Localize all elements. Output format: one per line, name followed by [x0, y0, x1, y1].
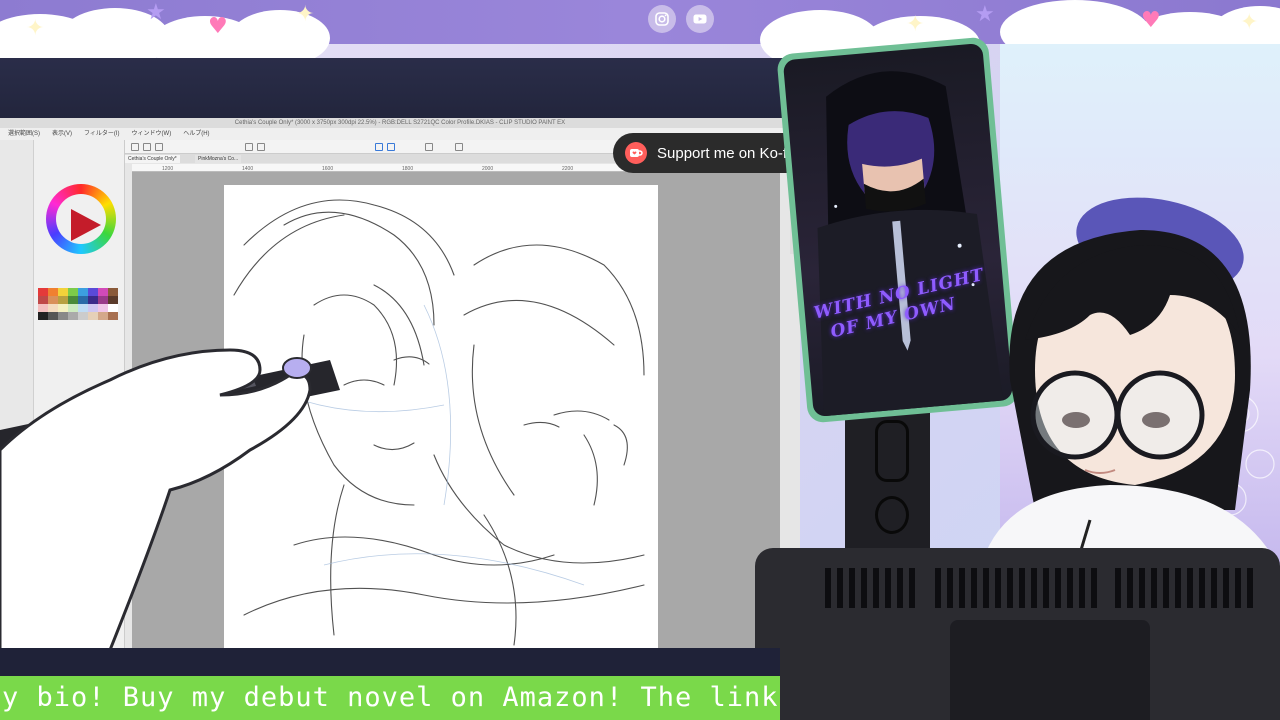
artwork-image: WITH NO LIGHT OF MY OWN — [782, 42, 1014, 418]
color-swatch[interactable] — [98, 296, 108, 304]
color-swatch[interactable] — [88, 296, 98, 304]
tab-document[interactable]: Cethia's Couple Only* — [125, 155, 180, 163]
color-swatch[interactable] — [58, 312, 68, 320]
color-swatch[interactable] — [98, 288, 108, 296]
color-swatch[interactable] — [58, 288, 68, 296]
color-swatch[interactable] — [38, 296, 48, 304]
color-swatch[interactable] — [88, 288, 98, 296]
color-swatch[interactable] — [88, 312, 98, 320]
kofi-cup-icon — [625, 142, 647, 164]
color-swatch[interactable] — [98, 312, 108, 320]
window-title: Cethia's Couple Only* (3000 x 3750px 300… — [0, 118, 800, 128]
color-swatch[interactable] — [68, 296, 78, 304]
star-icon: ★ — [975, 2, 995, 27]
stream-overlay: ✦ ★ ♥ ✦ ✦ ★ ♥ ✦ Cethia's Couple Only* (3… — [0, 0, 1280, 720]
color-swatch[interactable] — [58, 296, 68, 304]
new-file-icon[interactable] — [131, 143, 139, 151]
device-vents — [825, 568, 1253, 608]
color-swatch[interactable] — [78, 304, 88, 312]
color-swatch[interactable] — [48, 296, 58, 304]
color-wheel[interactable] — [46, 184, 116, 254]
device-stand — [950, 620, 1150, 720]
heart-icon: ♥ — [1141, 8, 1161, 33]
color-swatch[interactable] — [68, 288, 78, 296]
color-swatch[interactable] — [38, 304, 48, 312]
color-wheel-center — [56, 194, 106, 244]
color-swatch[interactable] — [98, 304, 108, 312]
color-swatch[interactable] — [48, 312, 58, 320]
color-swatch[interactable] — [68, 304, 78, 312]
hand-with-stylus — [0, 348, 340, 680]
color-swatch[interactable] — [58, 304, 68, 312]
ticker-text: y bio! Buy my debut novel on Amazon! The… — [2, 682, 780, 713]
color-swatch[interactable] — [108, 296, 118, 304]
hooded-figure-illustration — [817, 71, 1004, 418]
star-icon: ✦ — [906, 12, 925, 37]
color-swatch[interactable] — [108, 304, 118, 312]
vtuber-avatar — [980, 197, 1280, 570]
open-file-icon[interactable] — [143, 143, 151, 151]
scrolling-ticker: y bio! Buy my debut novel on Amazon! The… — [0, 676, 780, 720]
color-swatch[interactable] — [38, 312, 48, 320]
menu-item[interactable]: ヘルプ(H) — [183, 128, 209, 140]
undo-icon[interactable] — [245, 143, 253, 151]
instagram-icon[interactable] — [648, 5, 676, 33]
star-icon: ★ — [146, 0, 166, 25]
save-icon[interactable] — [155, 143, 163, 151]
color-swatch[interactable] — [38, 288, 48, 296]
color-swatch[interactable] — [108, 312, 118, 320]
color-swatch[interactable] — [78, 288, 88, 296]
color-swatch[interactable] — [78, 312, 88, 320]
star-icon: ✦ — [296, 2, 315, 27]
fingernail-icon — [282, 357, 312, 379]
pen-tool-icon[interactable] — [375, 143, 383, 151]
tablet-express-key — [875, 420, 909, 482]
color-set-palette — [38, 288, 118, 320]
color-swatch[interactable] — [68, 312, 78, 320]
redo-icon[interactable] — [257, 143, 265, 151]
color-swatch[interactable] — [88, 304, 98, 312]
layer-icon[interactable] — [455, 143, 463, 151]
color-swatch[interactable] — [108, 288, 118, 296]
tab-document[interactable]: PinkMozna's Co... — [195, 155, 242, 163]
menu-item[interactable]: 表示(V) — [52, 128, 72, 140]
grid-icon[interactable] — [425, 143, 433, 151]
kofi-label: Support me on Ko-fi — [657, 144, 791, 162]
tablet-express-key — [875, 496, 909, 534]
star-icon: ✦ — [1240, 10, 1259, 35]
color-swatch[interactable] — [78, 296, 88, 304]
star-icon: ✦ — [26, 16, 45, 41]
color-swatch[interactable] — [48, 288, 58, 296]
top-banner: ✦ ★ ♥ ✦ ✦ ★ ♥ ✦ — [0, 0, 1280, 74]
menu-item[interactable]: フィルター(I) — [84, 128, 120, 140]
ticker-border — [0, 648, 780, 676]
color-swatch[interactable] — [48, 304, 58, 312]
brush-tool-icon[interactable] — [387, 143, 395, 151]
menu-item[interactable]: ウィンドウ(W) — [132, 128, 172, 140]
color-triangle[interactable] — [71, 209, 101, 241]
monitor-bezel — [0, 58, 800, 120]
youtube-icon[interactable] — [686, 5, 714, 33]
heart-icon: ♥ — [208, 14, 228, 39]
drawn-hand — [0, 348, 312, 680]
menu-item[interactable]: 選択範囲(S) — [8, 128, 40, 140]
